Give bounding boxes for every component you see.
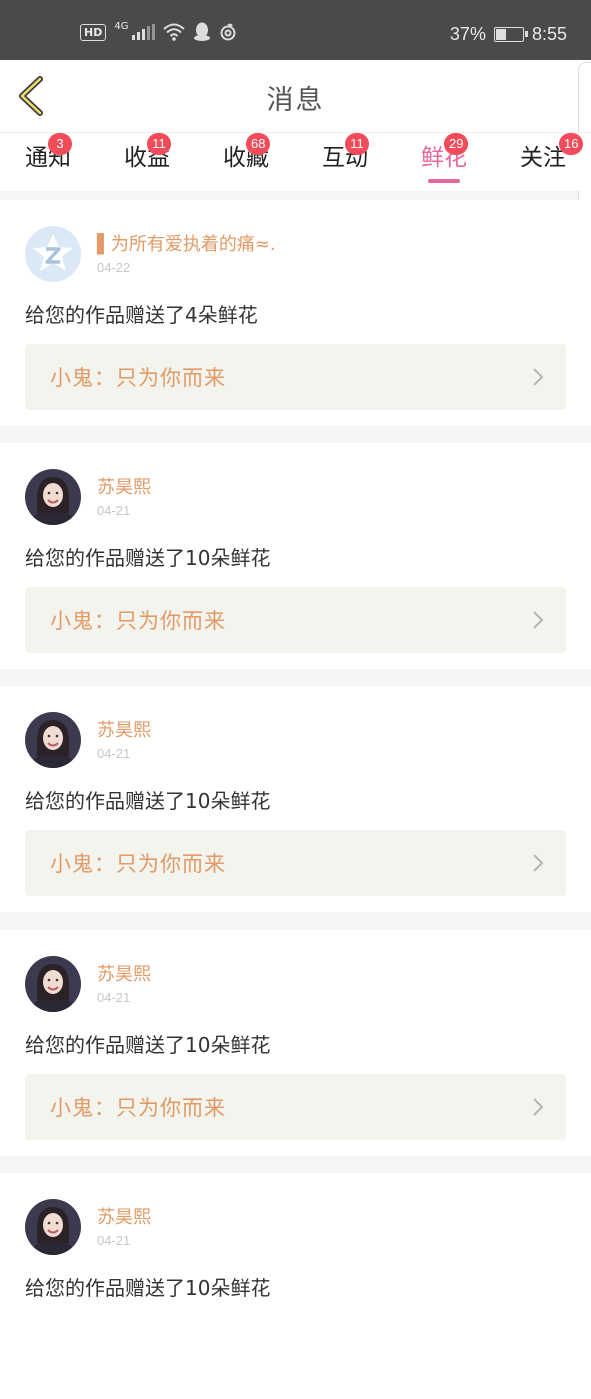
message-date: 04-21: [97, 1233, 131, 1248]
message-text: 给您的作品赠送了10朵鲜花: [25, 1276, 271, 1300]
avatar[interactable]: [25, 226, 81, 282]
chevron-right-icon: [533, 1098, 544, 1116]
status-right: 37% 8:55: [450, 24, 567, 45]
avatar[interactable]: [25, 1199, 81, 1255]
tab-notifications[interactable]: 通知 3: [8, 133, 88, 189]
default-z-avatar-icon: [25, 226, 81, 282]
avatar[interactable]: [25, 469, 81, 525]
tab-flowers[interactable]: 鲜花 29: [404, 133, 484, 189]
tab-interactions[interactable]: 互动 11: [305, 133, 385, 189]
message-date: 04-22: [97, 260, 131, 275]
message-text: 给您的作品赠送了10朵鲜花: [25, 546, 271, 570]
message-text: 给您的作品赠送了4朵鲜花: [25, 303, 258, 327]
status-bar: HD 4G 37% 8:55: [0, 0, 591, 60]
message-text: 给您的作品赠送了10朵鲜花: [25, 1033, 271, 1057]
work-link[interactable]: 小鬼：只为你而来: [25, 1074, 566, 1140]
message-date: 04-21: [97, 746, 131, 761]
photo-avatar-icon: [25, 469, 81, 525]
status-icons: HD 4G: [80, 20, 237, 42]
sender-name[interactable]: ▌为所有爱执着的痛≈.: [97, 230, 276, 256]
tab-favorites[interactable]: 收藏 68: [206, 133, 286, 189]
work-link[interactable]: 小鬼：只为你而来: [25, 830, 566, 896]
hd-icon: HD: [80, 23, 107, 41]
chevron-right-icon: [533, 854, 544, 872]
photo-avatar-icon: [25, 1199, 81, 1255]
active-tab-indicator: [428, 179, 460, 183]
list-item: 苏昊熙 04-21 给您的作品赠送了10朵鲜花 小鬼：只为你而来: [0, 443, 591, 669]
message-date: 04-21: [97, 990, 131, 1005]
list-item: 苏昊熙 04-21 给您的作品赠送了10朵鲜花 小鬼：只为你而来: [0, 930, 591, 1156]
chevron-right-icon: [533, 611, 544, 629]
badge-count: 68: [246, 133, 271, 155]
photo-avatar-icon: [25, 956, 81, 1012]
clock: 8:55: [531, 24, 567, 44]
sender-name[interactable]: 苏昊熙: [97, 1203, 151, 1229]
tab-earnings[interactable]: 收益 11: [107, 133, 187, 189]
tab-bar: 通知 3 收益 11 收藏 68 互动 11 鲜花 29 关注 16: [0, 132, 591, 191]
work-link[interactable]: 小鬼：只为你而来: [25, 344, 566, 410]
badge-count: 16: [559, 133, 584, 155]
title-bar: 消息: [0, 60, 591, 132]
work-title: 小鬼：只为你而来: [50, 852, 226, 876]
message-text: 给您的作品赠送了10朵鲜花: [25, 789, 271, 813]
battery-icon: [493, 27, 528, 42]
page-title: 消息: [266, 85, 325, 116]
wifi-icon: [163, 23, 186, 41]
tab-follows[interactable]: 关注 16: [503, 133, 584, 189]
network-type: 4G: [114, 20, 129, 32]
badge-count: 29: [444, 133, 469, 155]
list-item: 苏昊熙 04-21 给您的作品赠送了10朵鲜花 小鬼：只为你而来: [0, 686, 591, 912]
avatar[interactable]: [25, 712, 81, 768]
netease-music-icon: [220, 23, 236, 41]
qq-icon: [194, 22, 211, 41]
sender-name[interactable]: 苏昊熙: [97, 960, 151, 986]
work-link[interactable]: 小鬼：只为你而来: [25, 587, 566, 653]
chevron-right-icon: [533, 368, 544, 386]
badge-count: 3: [48, 133, 72, 155]
battery-fill: [495, 29, 507, 40]
avatar[interactable]: [25, 956, 81, 1012]
badge-count: 11: [345, 133, 369, 155]
list-item: 苏昊熙 04-21 给您的作品赠送了10朵鲜花: [0, 1173, 591, 1399]
message-date: 04-21: [97, 503, 131, 518]
photo-avatar-icon: [25, 712, 81, 768]
work-title: 小鬼：只为你而来: [50, 366, 226, 390]
list-item: ▌为所有爱执着的痛≈. 04-22 给您的作品赠送了4朵鲜花 小鬼：只为你而来: [0, 200, 591, 426]
sender-name[interactable]: 苏昊熙: [97, 473, 151, 499]
sender-name[interactable]: 苏昊熙: [97, 716, 151, 742]
badge-count: 11: [147, 133, 171, 155]
work-title: 小鬼：只为你而来: [50, 1096, 226, 1120]
battery-percent: 37%: [449, 24, 486, 44]
work-title: 小鬼：只为你而来: [50, 609, 226, 633]
signal-4g-icon: [132, 24, 156, 40]
